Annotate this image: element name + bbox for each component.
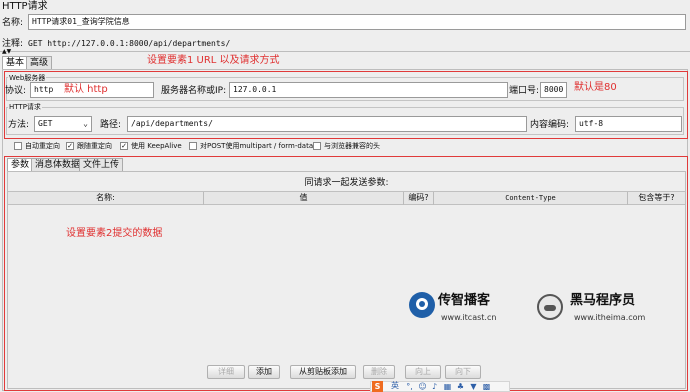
- method-select[interactable]: GET ⌄: [34, 116, 92, 132]
- params-caption: 同请求一起发送参数:: [304, 178, 389, 188]
- sogou-ime-icon[interactable]: S: [372, 381, 383, 392]
- panel-title: HTTP请求: [2, 1, 48, 12]
- collapse-arrows-icon[interactable]: ▲▼: [2, 49, 11, 55]
- punctuation-icon[interactable]: °,: [405, 382, 414, 391]
- tab-advanced[interactable]: 高级: [26, 56, 53, 69]
- itheima-logo-icon: [537, 294, 563, 320]
- checkbox-box: [189, 142, 197, 150]
- name-field[interactable]: HTTP请求01_查询学院信息: [28, 14, 686, 30]
- check-icon: ✓: [66, 142, 74, 150]
- itcast-logo-icon: [409, 292, 435, 318]
- params-table-header: 名称: 值 编码? Content-Type 包含等于?: [8, 191, 685, 205]
- itcast-url: www.itcast.cn: [441, 313, 497, 322]
- server-label: 服务器名称或IP:: [161, 86, 227, 96]
- microphone-icon[interactable]: ♪: [430, 382, 439, 391]
- column-header-value[interactable]: 值: [204, 192, 404, 205]
- delete-button[interactable]: 删除: [363, 365, 395, 379]
- path-label: 路径:: [100, 120, 122, 130]
- skin-icon[interactable]: ♣: [456, 382, 465, 391]
- server-field[interactable]: 127.0.0.1: [229, 82, 508, 98]
- itcast-logo-text: 传智播客: [438, 293, 491, 308]
- tab-parameters[interactable]: 参数: [7, 158, 34, 171]
- port-field[interactable]: 8000: [540, 82, 567, 98]
- port-label: 端口号:: [509, 86, 540, 96]
- params-panel: 同请求一起发送参数: 名称: 值 编码? Content-Type 包含等于? …: [7, 171, 686, 389]
- chevron-down-icon: ⌄: [83, 119, 88, 128]
- check-icon: ✓: [120, 142, 128, 150]
- annotation-default-80: 默认是80: [574, 82, 617, 93]
- protocol-label: 协议:: [5, 86, 27, 96]
- checkbox-auto-redirect[interactable]: 自动重定向: [14, 141, 60, 151]
- checkbox-keepalive[interactable]: ✓ 使用 KeepAlive: [120, 141, 182, 151]
- keyboard-icon[interactable]: ▦: [443, 382, 452, 391]
- details-button[interactable]: 详细: [207, 365, 245, 379]
- column-header-name[interactable]: 名称:: [8, 192, 204, 205]
- move-up-button[interactable]: 向上: [405, 365, 441, 379]
- path-field[interactable]: /api/departments/: [127, 116, 527, 132]
- divider: [0, 51, 690, 52]
- annotation-element1: 设置要素1 URL 以及请求方式: [147, 55, 280, 66]
- encoding-label: 内容编码:: [530, 120, 570, 130]
- toolbox-icon[interactable]: ▩: [482, 382, 491, 391]
- annotation-default-http: 默认 http: [64, 84, 108, 95]
- checkbox-follow-redirects[interactable]: ✓ 跟随重定向: [66, 141, 112, 151]
- name-label: 名称:: [2, 18, 24, 28]
- move-down-button[interactable]: 向下: [445, 365, 481, 379]
- tab-basic[interactable]: 基本: [2, 56, 29, 69]
- checkbox-box: [14, 142, 22, 150]
- itheima-url: www.itheima.com: [574, 313, 646, 322]
- add-button[interactable]: 添加: [248, 365, 280, 379]
- tab-files-upload[interactable]: 文件上传: [79, 158, 124, 171]
- checkbox-multipart[interactable]: 对POST使用multipart / form-data: [189, 141, 313, 151]
- column-header-include-equals[interactable]: 包含等于?: [628, 192, 685, 205]
- checkbox-box: [313, 142, 321, 150]
- column-header-content-type[interactable]: Content-Type: [434, 192, 628, 205]
- ime-mode-label[interactable]: 英: [391, 380, 399, 392]
- method-label: 方法:: [8, 120, 30, 130]
- annotation-element2: 设置要素2提交的数据: [66, 228, 163, 239]
- column-header-encode[interactable]: 编码?: [404, 192, 434, 205]
- encoding-field[interactable]: utf-8: [575, 116, 682, 132]
- http-request-legend: HTTP请求: [8, 101, 42, 113]
- tab-body-data[interactable]: 消息体数据: [31, 158, 85, 171]
- itheima-logo-text: 黑马程序员: [570, 293, 636, 308]
- checkbox-browser-headers[interactable]: 与浏览器兼容的头: [313, 141, 380, 151]
- tshirt-icon[interactable]: ▼: [469, 382, 478, 391]
- add-from-clipboard-button[interactable]: 从剪贴板添加: [290, 365, 356, 379]
- comment-field[interactable]: GET http://127.0.0.1:8000/api/department…: [28, 38, 230, 50]
- method-value: GET: [38, 119, 53, 128]
- emoji-icon[interactable]: ☺: [418, 382, 427, 391]
